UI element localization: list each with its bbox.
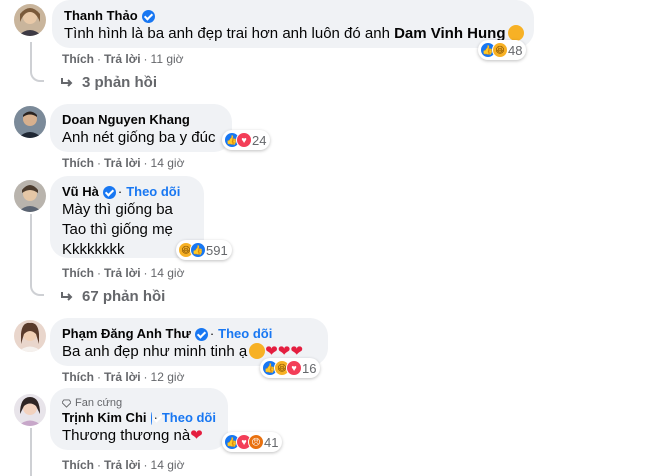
comment-time[interactable]: 11 giờ xyxy=(151,52,184,66)
comment-actions: Thích · Trả lời · 14 giờ xyxy=(62,156,185,170)
comment-text-line: Mày thì giống ba xyxy=(62,201,173,218)
comment-author: Phạm Đăng Anh Thư · Theo dõi xyxy=(62,326,273,342)
replies-count: 67 phản hồi xyxy=(82,288,166,305)
thread-curve xyxy=(30,66,44,82)
comment-author: Vũ Hà · Theo dõi xyxy=(62,184,181,200)
comment-bubble: Fan cứng Trịnh Kim Chi · Theo dõi Thương… xyxy=(50,388,228,450)
reaction-summary[interactable]: 👍 😆 48 xyxy=(478,40,527,60)
comment-text-main: Ba anh đẹp như minh tinh ạ xyxy=(62,343,248,360)
view-replies-link[interactable]: 67 phản hồi xyxy=(60,288,165,305)
verified-badge-icon xyxy=(141,9,155,23)
like-button[interactable]: Thích xyxy=(62,370,94,384)
reaction-count: 591 xyxy=(206,242,228,258)
author-name[interactable]: Vũ Hà xyxy=(62,184,99,200)
heart-emoji-icon: ❤ xyxy=(190,427,203,444)
thread-curve xyxy=(30,280,44,296)
angry-icon: 😠 xyxy=(248,434,264,450)
avatar[interactable] xyxy=(14,394,46,426)
comment-bubble: Doan Nguyen Khang Anh nét giống ba y đúc xyxy=(50,104,232,152)
reaction-summary[interactable]: 👍 ♥ 24 xyxy=(222,130,271,150)
avatar[interactable] xyxy=(14,320,46,352)
comment-time[interactable]: 12 giờ xyxy=(151,370,185,384)
comment-text: Anh nét giống ba y đúc xyxy=(62,129,216,146)
comment-text-main: Tình hình là ba anh đẹp trai hơn anh luô… xyxy=(64,25,395,42)
comment-time[interactable]: 14 giờ xyxy=(151,266,185,280)
reaction-count: 48 xyxy=(508,42,523,58)
verified-badge-icon xyxy=(194,327,208,341)
comment-text-main: Thương thương nà xyxy=(62,427,191,444)
reaction-count: 24 xyxy=(252,132,267,148)
comment-text-line: Kkkkkkkk xyxy=(62,241,125,258)
reaction-summary[interactable]: 😆 👍 591 xyxy=(176,240,232,260)
like-button[interactable]: Thích xyxy=(62,52,94,66)
follow-button[interactable]: Theo dõi xyxy=(218,326,272,342)
smile-emoji-icon xyxy=(507,25,524,41)
comment-time[interactable]: 14 giờ xyxy=(151,156,185,170)
smile-emoji-icon xyxy=(249,343,266,359)
avatar[interactable] xyxy=(14,180,46,212)
reaction-count: 16 xyxy=(302,360,317,376)
comment-text: Tình hình là ba anh đẹp trai hơn anh luô… xyxy=(64,24,524,44)
reaction-summary[interactable]: 👍 😆 ♥ 16 xyxy=(260,358,321,378)
comment-author: Trịnh Kim Chi · Theo dõi xyxy=(62,410,216,426)
reply-button[interactable]: Trả lời xyxy=(104,266,141,280)
author-name[interactable]: Trịnh Kim Chi xyxy=(62,410,147,426)
thread-line xyxy=(30,428,32,476)
comment-time[interactable]: 14 giờ xyxy=(151,458,185,472)
verified-badge-icon xyxy=(150,411,152,425)
like-button[interactable]: Thích xyxy=(62,458,94,472)
reply-button[interactable]: Trả lời xyxy=(104,458,141,472)
love-icon: ♥ xyxy=(236,132,252,148)
reply-arrow-icon xyxy=(61,291,73,301)
thread-line xyxy=(30,214,32,284)
comment-text-line: Tao thì giống mẹ xyxy=(62,221,173,238)
reply-button[interactable]: Trả lời xyxy=(104,370,141,384)
verified-badge-icon xyxy=(102,185,116,199)
reaction-count: 41 xyxy=(264,434,279,450)
follow-button[interactable]: Theo dõi xyxy=(126,184,180,200)
like-button[interactable]: Thích xyxy=(62,266,94,280)
comment-text: Thương thương nà❤ xyxy=(62,426,216,446)
comment-author: Doan Nguyen Khang xyxy=(62,112,220,128)
badge-label: Fan cứng xyxy=(75,397,123,409)
follow-button[interactable]: Theo dõi xyxy=(162,410,216,426)
author-name[interactable]: Doan Nguyen Khang xyxy=(62,112,190,128)
like-button[interactable]: Thích xyxy=(62,156,94,170)
comment-actions: Thích · Trả lời · 12 giờ xyxy=(62,370,185,384)
comment-actions: Thích · Trả lời · 14 giờ xyxy=(62,458,185,472)
like-icon: 👍 xyxy=(190,242,206,258)
reply-button[interactable]: Trả lời xyxy=(104,52,141,66)
reaction-summary[interactable]: 👍 ♥ 😠 41 xyxy=(222,432,283,452)
view-replies-link[interactable]: 3 phản hồi xyxy=(60,74,157,91)
haha-icon: 😆 xyxy=(492,42,508,58)
comment-actions: Thích · Trả lời · 14 giờ xyxy=(62,266,185,280)
reply-button[interactable]: Trả lời xyxy=(104,156,141,170)
comment-author: Thanh Thảo xyxy=(64,8,522,24)
replies-count: 3 phản hồi xyxy=(82,74,157,91)
author-name[interactable]: Phạm Đăng Anh Thư xyxy=(62,326,191,342)
comment-actions: Thích · Trả lời · 11 giờ xyxy=(62,52,184,66)
avatar[interactable] xyxy=(14,106,46,138)
avatar[interactable] xyxy=(14,4,46,36)
reply-arrow-icon xyxy=(61,77,73,87)
love-icon: ♥ xyxy=(286,360,302,376)
fan-badge: Fan cứng xyxy=(62,396,216,410)
author-name[interactable]: Thanh Thảo xyxy=(64,8,138,24)
diamond-icon xyxy=(62,398,71,408)
comment-bubble: Thanh Thảo Tình hình là ba anh đẹp trai … xyxy=(52,0,534,48)
